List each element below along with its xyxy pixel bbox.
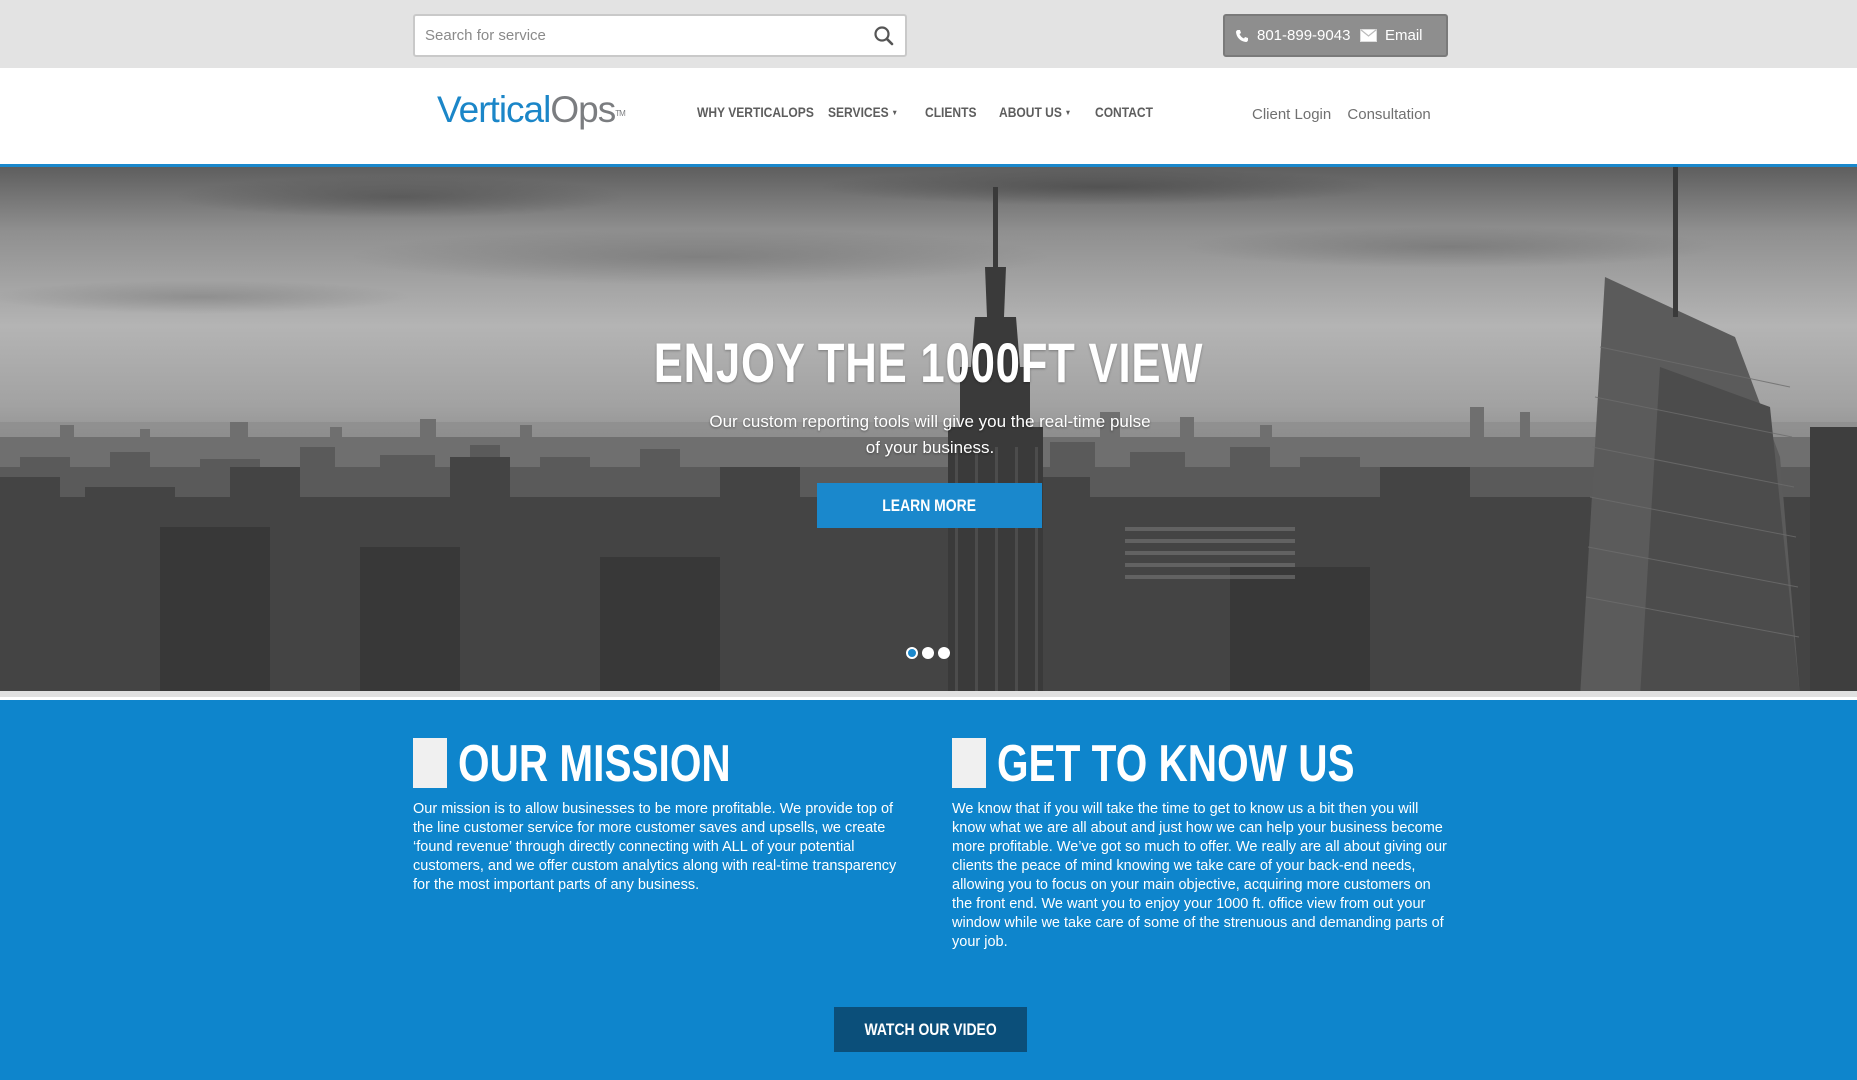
contact-box: 801-899-9043 Email <box>1223 14 1448 57</box>
nav-about-us[interactable]: ABOUT US ▾ <box>999 104 1070 120</box>
hero-subtitle: Our custom reporting tools will give you… <box>709 412 1151 457</box>
nav-services[interactable]: SERVICES ▾ <box>828 104 896 120</box>
know-us-body: We know that if you will take the time t… <box>952 801 1447 950</box>
hero-title: ENJOY THE 1000FT VIEW <box>653 331 1204 394</box>
heading-square-icon <box>952 738 986 788</box>
hero-slider: ENJOY THE 1000FT VIEW Our custom reporti… <box>0 167 1857 697</box>
site-header: VerticalOpsTM WHY VERTICALOPS SERVICES ▾ … <box>0 68 1857 167</box>
know-us-column: GET TO KNOW US We know that if you will … <box>952 736 1452 952</box>
info-section: OUR MISSION Our mission is to allow busi… <box>0 700 1857 1080</box>
phone-icon <box>1236 29 1248 42</box>
watch-video-label: WATCH OUR VIDEO <box>864 1019 997 1039</box>
envelope-icon <box>1360 29 1377 42</box>
client-login-link[interactable]: Client Login <box>1252 106 1331 123</box>
mission-column: OUR MISSION Our mission is to allow busi… <box>413 736 913 895</box>
nav-label: CLIENTS <box>925 104 977 120</box>
logo-part-vertical: Vertical <box>437 89 551 130</box>
consultation-link[interactable]: Consultation <box>1347 106 1430 123</box>
phone-number: 801-899-9043 <box>1257 27 1351 44</box>
phone-link[interactable]: 801-899-9043 <box>1235 16 1350 55</box>
nav-contact[interactable]: CONTACT <box>1095 104 1153 120</box>
nav-label: ABOUT US <box>999 104 1062 120</box>
nav-label: WHY VERTICALOPS <box>697 104 814 120</box>
logo-trademark: TM <box>615 109 626 118</box>
nav-label: SERVICES <box>828 104 889 120</box>
email-link[interactable]: Email <box>1360 16 1423 55</box>
mission-body: Our mission is to allow businesses to be… <box>413 801 897 893</box>
email-label: Email <box>1385 27 1423 44</box>
learn-more-button[interactable]: LEARN MORE <box>817 483 1042 528</box>
search-icon[interactable] <box>871 23 897 49</box>
learn-more-label: LEARN MORE <box>882 495 977 515</box>
slider-dot-2[interactable] <box>922 647 934 659</box>
slider-dot-1[interactable] <box>906 647 918 659</box>
page: 801-899-9043 Email VerticalOpsTM WHY VER… <box>0 0 1857 1080</box>
header-links: Client Login Consultation <box>1252 106 1443 123</box>
know-us-heading: GET TO KNOW US <box>952 735 1452 793</box>
caret-down-icon: ▾ <box>892 107 897 117</box>
mission-heading: OUR MISSION <box>413 735 913 793</box>
slider-dots <box>906 647 950 659</box>
mission-heading-text: OUR MISSION <box>458 735 731 793</box>
caret-down-icon: ▾ <box>1066 107 1070 117</box>
watch-video-button[interactable]: WATCH OUR VIDEO <box>834 1007 1027 1052</box>
search-box <box>413 14 907 57</box>
utility-bar: 801-899-9043 Email <box>0 0 1857 68</box>
search-input[interactable] <box>415 16 855 55</box>
logo-part-ops: Ops <box>550 89 616 130</box>
verticalops-logo[interactable]: VerticalOpsTM <box>437 88 626 132</box>
hero-bottom-border <box>0 691 1857 697</box>
know-us-heading-text: GET TO KNOW US <box>997 735 1355 793</box>
nav-label: CONTACT <box>1095 104 1153 120</box>
slider-dot-3[interactable] <box>938 647 950 659</box>
heading-square-icon <box>413 738 447 788</box>
nav-clients[interactable]: CLIENTS <box>925 104 977 120</box>
nav-why-verticalops[interactable]: WHY VERTICALOPS <box>697 104 814 120</box>
